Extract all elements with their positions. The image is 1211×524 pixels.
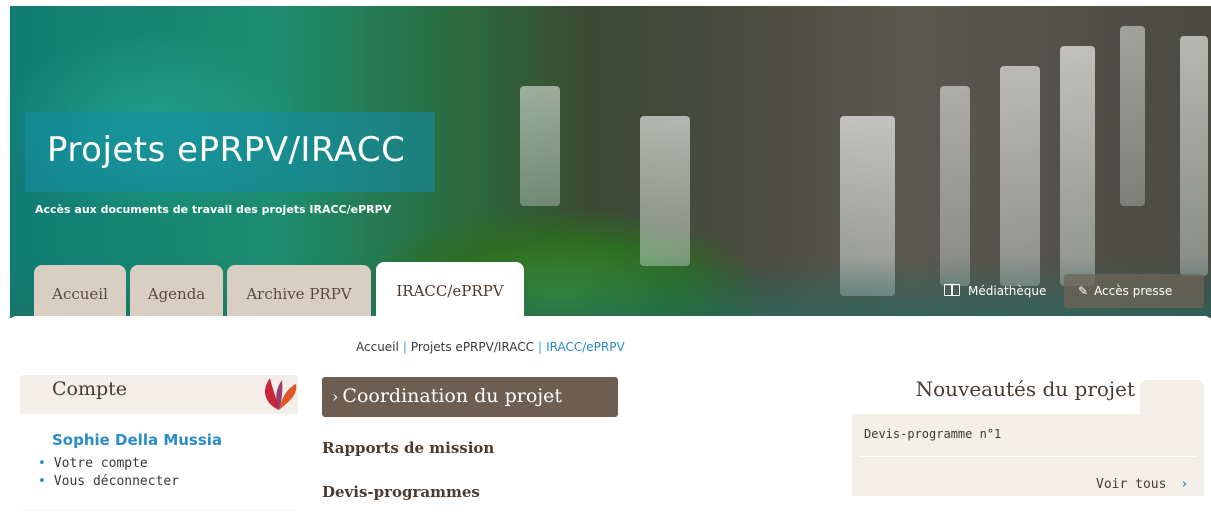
breadcrumb-item-projets[interactable]: Projets ePRPV/IRACC bbox=[411, 340, 534, 354]
see-all-link[interactable]: Voir tous › bbox=[1096, 477, 1188, 492]
logout-link[interactable]: Vous déconnecter bbox=[54, 474, 179, 489]
see-all-label: Voir tous bbox=[1096, 477, 1167, 492]
tab-iracc-eprpv[interactable]: IRACC/ePRPV bbox=[376, 262, 524, 318]
rapports-de-mission-link[interactable]: Rapports de mission bbox=[322, 439, 494, 457]
breadcrumb: Accueil | Projets ePRPV/IRACC | IRACC/ePRPV bbox=[356, 340, 625, 354]
list-item[interactable]: • Votre compte bbox=[38, 456, 179, 474]
waterfall-image bbox=[940, 86, 970, 286]
news-item-link[interactable]: Devis-programme n°1 bbox=[864, 427, 1001, 441]
votre-compte-link[interactable]: Votre compte bbox=[54, 456, 148, 471]
bullet-icon: • bbox=[38, 456, 46, 471]
breadcrumb-item-accueil[interactable]: Accueil bbox=[356, 340, 399, 354]
waterfall-image bbox=[1120, 26, 1145, 206]
bullet-icon: • bbox=[38, 474, 46, 489]
mediatheque-label: Médiathèque bbox=[968, 284, 1047, 298]
breadcrumb-item-current[interactable]: IRACC/ePRPV bbox=[546, 340, 625, 354]
user-name-link[interactable]: Sophie Della Mussia bbox=[52, 431, 222, 449]
news-tab-decoration bbox=[1140, 380, 1204, 416]
waterfall-image bbox=[520, 86, 560, 206]
breadcrumb-separator: | bbox=[402, 340, 407, 354]
tab-agenda[interactable]: Agenda bbox=[130, 265, 223, 317]
waterfall-image bbox=[1180, 36, 1208, 276]
tab-accueil[interactable]: Accueil bbox=[34, 265, 126, 317]
waterfall-image bbox=[1000, 66, 1040, 286]
waterfall-image bbox=[640, 116, 690, 266]
waterfall-image bbox=[1060, 46, 1095, 286]
compte-title: Compte bbox=[52, 378, 128, 400]
list-item[interactable]: • Vous déconnecter bbox=[38, 474, 179, 492]
chevron-right-icon: › bbox=[332, 387, 339, 406]
butterfly-logo-icon bbox=[264, 378, 297, 410]
section-title: Coordination du projet bbox=[342, 385, 563, 407]
mediatheque-link[interactable]: Médiathèque bbox=[944, 274, 1058, 308]
site-title[interactable]: Projets ePRPV/IRACC bbox=[47, 130, 405, 170]
account-links: • Votre compte • Vous déconnecter bbox=[38, 456, 179, 492]
pencil-icon: ✎ bbox=[1078, 284, 1089, 298]
site-subtitle: Accès aux documents de travail des proje… bbox=[35, 203, 392, 216]
book-icon bbox=[944, 284, 960, 296]
chevron-right-icon: › bbox=[1180, 477, 1189, 492]
acces-presse-button[interactable]: ✎ Accès presse bbox=[1064, 274, 1204, 308]
news-title: Nouveautés du projet bbox=[915, 377, 1135, 401]
tab-archive-prpv[interactable]: Archive PRPV bbox=[227, 265, 371, 317]
coordination-section-button[interactable]: › Coordination du projet bbox=[322, 377, 618, 417]
acces-presse-label: Accès presse bbox=[1094, 284, 1173, 298]
devis-programmes-link[interactable]: Devis-programmes bbox=[322, 483, 480, 501]
divider bbox=[860, 456, 1196, 457]
breadcrumb-separator: | bbox=[538, 340, 543, 354]
